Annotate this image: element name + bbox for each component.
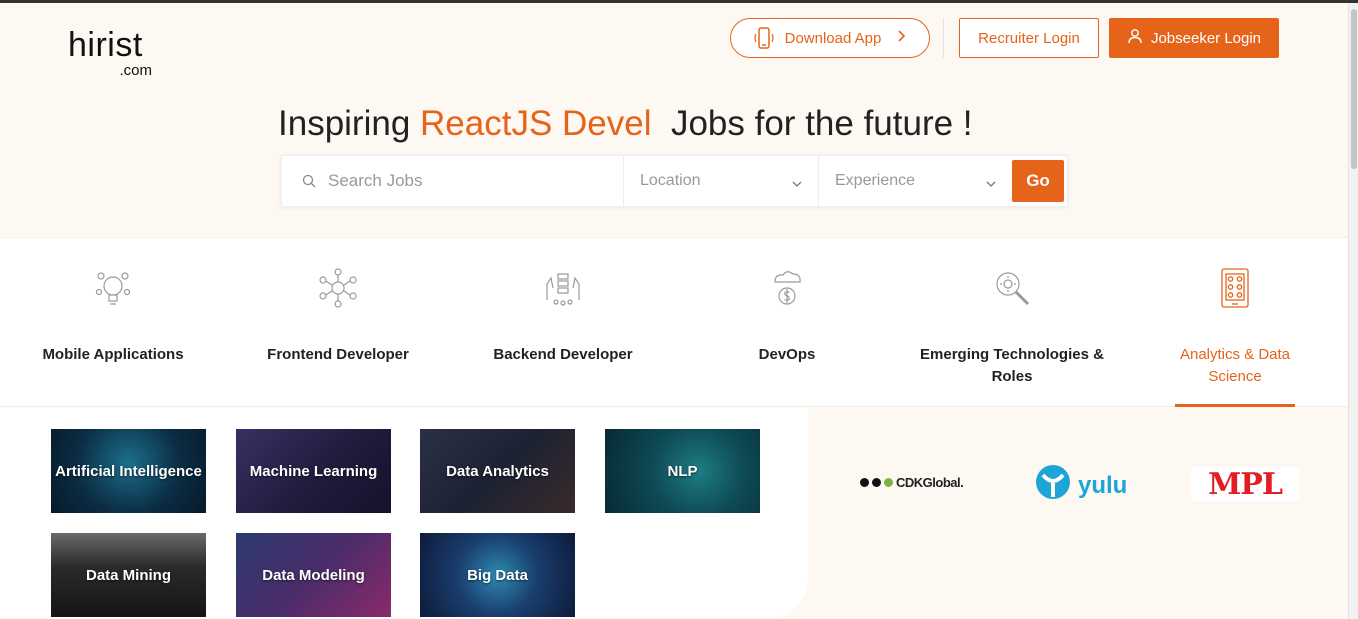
tile-label: NLP bbox=[667, 462, 698, 480]
recruiter-login-button[interactable]: Recruiter Login bbox=[959, 18, 1099, 58]
category-label: Analytics & Data Science bbox=[1179, 346, 1291, 385]
bulb-idea-icon bbox=[91, 266, 135, 310]
tile-label: Big Data bbox=[467, 566, 528, 584]
scrollbar-thumb[interactable] bbox=[1351, 9, 1357, 169]
chevron-down-icon bbox=[986, 176, 996, 187]
cdk-dot-icon bbox=[872, 478, 881, 487]
chevron-down-icon bbox=[792, 176, 802, 187]
search-icon bbox=[302, 174, 316, 188]
tile-label: Data Modeling bbox=[262, 566, 365, 584]
tile-machine-learning[interactable]: Machine Learning bbox=[236, 429, 391, 513]
tile-label: Artificial Intelligence bbox=[55, 462, 202, 480]
tile-big-data[interactable]: Big Data bbox=[420, 533, 575, 617]
company-logos: CDKGlobal. yulu MPL bbox=[808, 407, 1348, 619]
tablet-analytics-icon bbox=[1213, 266, 1257, 310]
header-divider bbox=[943, 18, 944, 58]
page-scrollbar[interactable] bbox=[1348, 3, 1358, 619]
hirist-logo[interactable]: hirist .com bbox=[68, 28, 158, 80]
cdk-dot-icon bbox=[860, 478, 869, 487]
category-label: Backend Developer bbox=[493, 346, 633, 363]
company-logo-text: CDKGlobal. bbox=[896, 475, 964, 490]
phone-icon bbox=[753, 26, 775, 50]
category-tab-analytics-data-science[interactable]: Analytics & Data Science bbox=[1152, 238, 1318, 408]
tile-label: Machine Learning bbox=[249, 462, 378, 480]
company-logo-text: yulu bbox=[1078, 471, 1128, 499]
subcategory-tiles-panel: Artificial Intelligence Machine Learning… bbox=[0, 407, 808, 619]
download-app-label: Download App bbox=[784, 29, 882, 47]
category-tab-mobile-applications[interactable]: Mobile Applications bbox=[30, 238, 196, 408]
window-top-border bbox=[0, 0, 1358, 3]
user-icon bbox=[1127, 28, 1143, 48]
category-label: Mobile Applications bbox=[42, 346, 184, 363]
go-button[interactable]: Go bbox=[1012, 160, 1064, 202]
tile-label: Data Analytics bbox=[446, 462, 549, 480]
location-select[interactable]: Location bbox=[623, 156, 818, 206]
logo-domain: .com bbox=[119, 62, 152, 79]
download-app-button[interactable]: Download App bbox=[730, 18, 930, 58]
yulu-mark-icon bbox=[1034, 463, 1072, 508]
tile-data-modeling[interactable]: Data Modeling bbox=[236, 533, 391, 617]
search-placeholder: Search Jobs bbox=[328, 171, 423, 190]
company-logo-mpl[interactable]: MPL bbox=[1191, 467, 1299, 502]
category-label: Frontend Developer bbox=[267, 346, 409, 363]
hero-title: Inspiring ReactJS Devel Jobs for the fut… bbox=[278, 104, 973, 144]
magnifier-gear-icon bbox=[990, 266, 1034, 310]
tile-label: Data Mining bbox=[86, 566, 171, 584]
chevron-right-icon bbox=[897, 29, 907, 47]
category-tabs: Mobile Applications Frontend Developer B… bbox=[0, 237, 1348, 407]
job-search-bar: Search Jobs Location Experience Go bbox=[281, 155, 1068, 207]
logo-wordmark: hirist bbox=[68, 26, 143, 64]
tile-nlp[interactable]: NLP bbox=[605, 429, 760, 513]
experience-select-label: Experience bbox=[835, 172, 916, 189]
tile-artificial-intelligence[interactable]: Artificial Intelligence bbox=[51, 429, 206, 513]
cdk-dot-icon bbox=[884, 478, 893, 487]
company-logo-cdk[interactable]: CDKGlobal. bbox=[860, 475, 964, 490]
jobseeker-login-label: Jobseeker Login bbox=[1150, 29, 1262, 47]
category-tab-backend-developer[interactable]: Backend Developer bbox=[480, 238, 646, 408]
hero-title-accent: ReactJS Devel bbox=[420, 104, 652, 143]
category-tab-emerging-technologies[interactable]: Emerging Technologies & Roles bbox=[912, 238, 1112, 408]
category-tab-devops[interactable]: DevOps bbox=[704, 238, 870, 408]
category-label: Emerging Technologies & Roles bbox=[920, 346, 1104, 385]
cloud-dollar-icon bbox=[765, 266, 809, 310]
hero-title-suffix: Jobs for the future ! bbox=[651, 104, 973, 143]
category-tab-frontend-developer[interactable]: Frontend Developer bbox=[255, 238, 421, 408]
company-logo-yulu[interactable]: yulu bbox=[1034, 463, 1127, 508]
server-hands-icon bbox=[541, 266, 585, 310]
search-input[interactable]: Search Jobs bbox=[282, 156, 623, 206]
category-label: DevOps bbox=[758, 346, 816, 363]
tile-data-analytics[interactable]: Data Analytics bbox=[420, 429, 575, 513]
jobseeker-login-button[interactable]: Jobseeker Login bbox=[1109, 18, 1279, 58]
network-nodes-icon bbox=[316, 266, 360, 310]
experience-select[interactable]: Experience bbox=[818, 156, 1012, 206]
location-select-label: Location bbox=[640, 172, 701, 189]
hero-title-prefix: Inspiring bbox=[278, 104, 421, 143]
tile-data-mining[interactable]: Data Mining bbox=[51, 533, 206, 617]
